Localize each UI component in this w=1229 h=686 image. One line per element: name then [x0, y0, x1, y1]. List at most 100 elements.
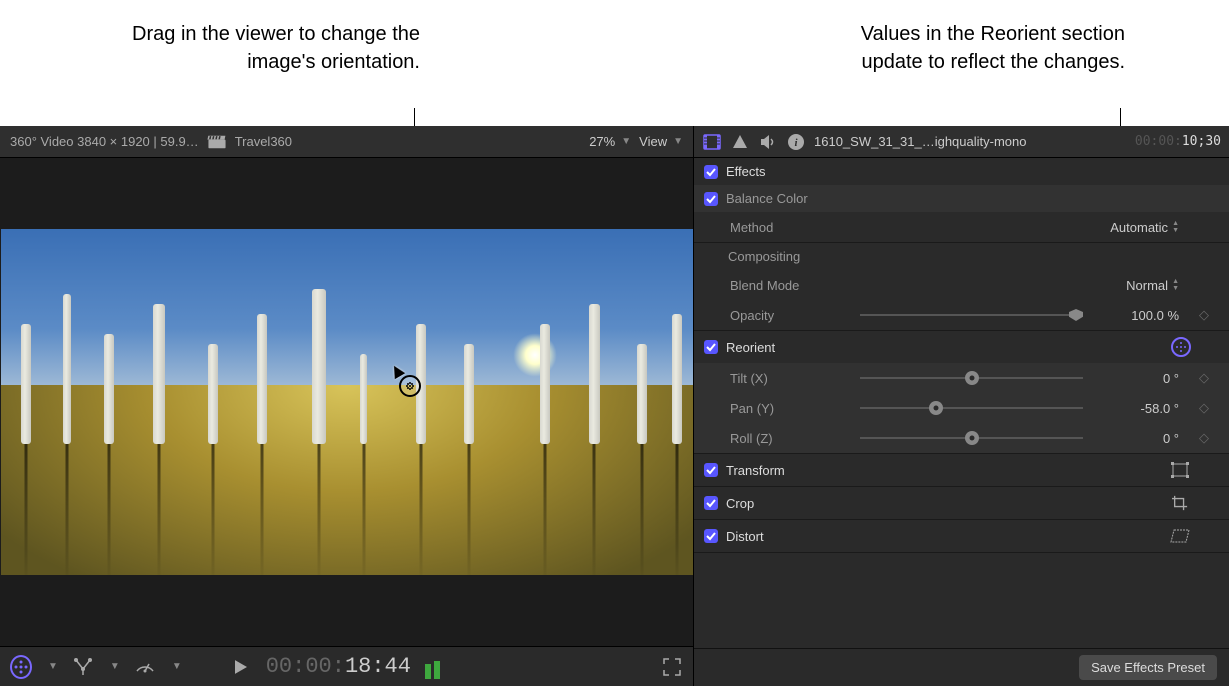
roll-value[interactable]: 0 °: [1097, 431, 1179, 446]
view-menu[interactable]: View ▼: [639, 134, 683, 149]
tc-bright: 10;30: [1182, 134, 1221, 149]
section-effects: Effects Balance Color Method Automatic ▲…: [694, 158, 1229, 243]
stepper-arrows-icon: ▲▼: [1172, 278, 1179, 292]
balance-color-label: Balance Color: [726, 191, 808, 206]
audio-meter[interactable]: [425, 655, 455, 679]
viewer-timecode[interactable]: 00:00:18:44: [266, 654, 411, 679]
tilt-value[interactable]: 0 °: [1097, 371, 1179, 386]
distort-header[interactable]: Distort: [694, 520, 1229, 552]
clapper-icon: [207, 132, 227, 152]
compositing-label: Compositing: [728, 249, 800, 264]
tilt-label: Tilt (X): [730, 371, 850, 386]
effects-tool-button[interactable]: [72, 656, 94, 678]
view-menu-label: View: [639, 134, 667, 149]
crop-icon[interactable]: [1169, 493, 1191, 513]
zoom-menu[interactable]: 27% ▼: [589, 134, 631, 149]
blend-mode-popup[interactable]: Normal ▲▼: [1126, 278, 1179, 293]
roll-label: Roll (Z): [730, 431, 850, 446]
section-compositing: Compositing Blend Mode Normal ▲▼ Opacity: [694, 243, 1229, 331]
blend-mode-row: Blend Mode Normal ▲▼: [694, 270, 1229, 300]
transform-icon[interactable]: [1169, 460, 1191, 480]
method-value: Automatic: [1110, 220, 1168, 235]
chevron-down-icon[interactable]: ▼: [110, 661, 120, 672]
crop-label: Crop: [726, 496, 754, 511]
balance-color-checkbox[interactable]: [704, 192, 718, 206]
viewer-canvas[interactable]: [1, 229, 693, 575]
image-tree: [540, 324, 550, 444]
image-tree: [63, 294, 71, 444]
method-popup[interactable]: Automatic ▲▼: [1110, 220, 1179, 235]
reorient-tool-button[interactable]: [10, 656, 32, 678]
image-tree: [21, 324, 31, 444]
effects-header[interactable]: Effects: [694, 158, 1229, 185]
opacity-keyframe[interactable]: ◇: [1189, 307, 1219, 323]
pan-label: Pan (Y): [730, 401, 850, 416]
pan-slider[interactable]: [860, 400, 1083, 416]
annotation-viewer: Drag in the viewer to change the image's…: [120, 20, 420, 76]
pan-value[interactable]: -58.0 °: [1097, 401, 1179, 416]
transform-checkbox[interactable]: [704, 463, 718, 477]
inspector-header: i 1610_SW_31_31_…ighquality-mono 00:00:1…: [694, 126, 1229, 158]
section-crop: Crop: [694, 487, 1229, 520]
viewer-footer: ▼ ▼ ▼ 00:00:18:44: [0, 646, 693, 686]
zoom-value: 27%: [589, 134, 615, 149]
distort-checkbox[interactable]: [704, 529, 718, 543]
blend-mode-label: Blend Mode: [730, 278, 850, 293]
reorient-onscreen-icon[interactable]: [1171, 337, 1191, 357]
crop-header[interactable]: Crop: [694, 487, 1229, 519]
info-tab-icon[interactable]: i: [786, 132, 806, 152]
viewer-canvas-area: [0, 158, 693, 646]
inspector-footer: Save Effects Preset: [694, 648, 1229, 686]
viewer-header: 360° Video 3840 × 1920 | 59.9… Travel360…: [0, 126, 693, 158]
pan-row: Pan (Y) -58.0 ° ◇: [694, 393, 1229, 423]
annotation-inspector: Values in the Reorient section update to…: [805, 20, 1125, 76]
pan-keyframe[interactable]: ◇: [1189, 400, 1219, 416]
reorient-cursor: [395, 371, 419, 395]
balance-color-header[interactable]: Balance Color: [694, 185, 1229, 212]
image-tree: [257, 314, 267, 444]
blend-mode-value: Normal: [1126, 278, 1168, 293]
section-reorient: Reorient Tilt (X) 0 ° ◇: [694, 331, 1229, 454]
chevron-down-icon[interactable]: ▼: [172, 661, 182, 672]
audio-tab-icon[interactable]: [758, 132, 778, 152]
fullscreen-button[interactable]: [661, 656, 683, 678]
image-tree: [153, 304, 165, 444]
method-label: Method: [730, 220, 850, 235]
image-tree: [637, 344, 647, 444]
inspector-body: Effects Balance Color Method Automatic ▲…: [694, 158, 1229, 648]
inspector-timecode: 00:00:10;30: [1135, 134, 1221, 149]
tilt-keyframe[interactable]: ◇: [1189, 370, 1219, 386]
compositing-header[interactable]: Compositing: [694, 243, 1229, 270]
timecode-dim: 00:00:: [266, 654, 345, 679]
reorient-checkbox[interactable]: [704, 340, 718, 354]
timecode-bright: 18:44: [345, 654, 411, 679]
distort-icon[interactable]: [1169, 526, 1191, 546]
save-effects-preset-button[interactable]: Save Effects Preset: [1079, 655, 1217, 680]
image-tree: [589, 304, 600, 444]
video-tab-icon[interactable]: [702, 132, 722, 152]
effects-checkbox[interactable]: [704, 165, 718, 179]
opacity-label: Opacity: [730, 308, 850, 323]
image-tree: [312, 289, 326, 444]
chevron-down-icon[interactable]: ▼: [48, 661, 58, 672]
opacity-slider[interactable]: [860, 307, 1083, 323]
reorient-label: Reorient: [726, 340, 775, 355]
transform-label: Transform: [726, 463, 785, 478]
opacity-value[interactable]: 100.0 %: [1097, 308, 1179, 323]
roll-keyframe[interactable]: ◇: [1189, 430, 1219, 446]
transform-header[interactable]: Transform: [694, 454, 1229, 486]
roll-slider[interactable]: [860, 430, 1083, 446]
tc-dim: 00:00:: [1135, 134, 1182, 149]
roll-row: Roll (Z) 0 ° ◇: [694, 423, 1229, 453]
play-button[interactable]: [230, 656, 252, 678]
image-tree: [208, 344, 218, 444]
reorient-header[interactable]: Reorient: [694, 331, 1229, 363]
image-tree: [104, 334, 114, 444]
distort-label: Distort: [726, 529, 764, 544]
method-row: Method Automatic ▲▼: [694, 212, 1229, 242]
retime-tool-button[interactable]: [134, 656, 156, 678]
color-tab-icon[interactable]: [730, 132, 750, 152]
crop-checkbox[interactable]: [704, 496, 718, 510]
app-window: 360° Video 3840 × 1920 | 59.9… Travel360…: [0, 126, 1229, 686]
tilt-slider[interactable]: [860, 370, 1083, 386]
